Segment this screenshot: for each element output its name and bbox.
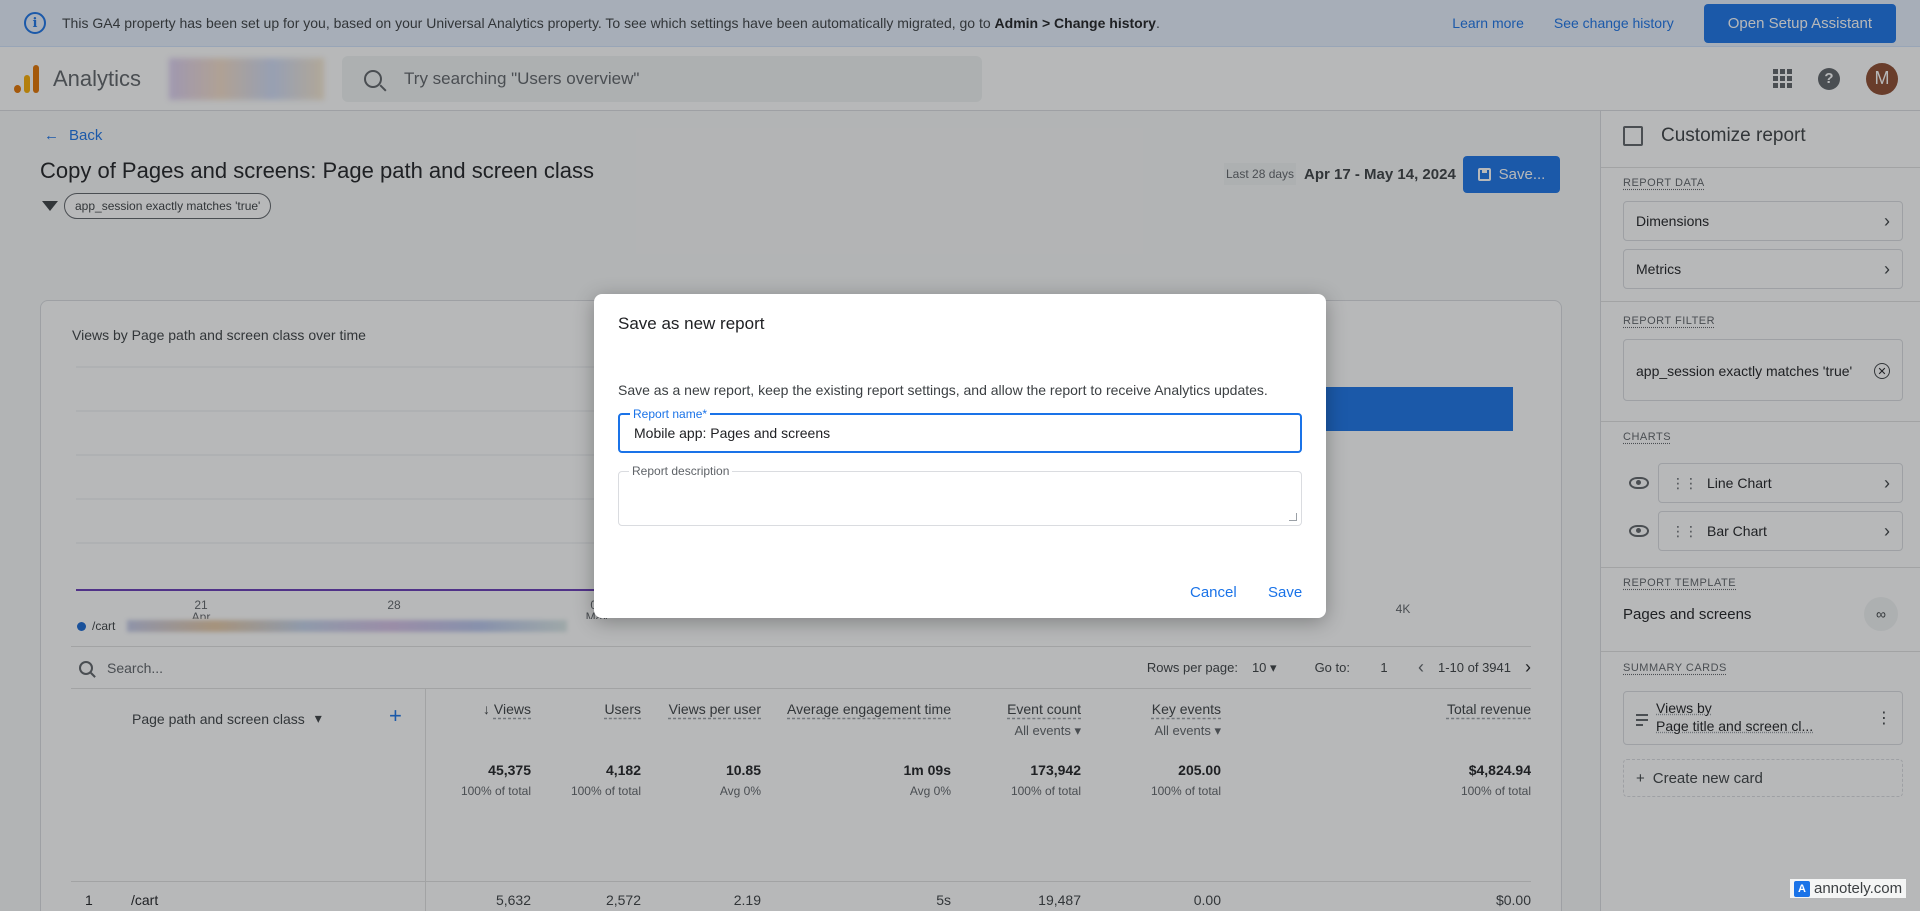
watermark-text: annotely.com <box>1814 880 1903 897</box>
save-button[interactable]: Save <box>1268 584 1302 601</box>
report-name-input[interactable]: Mobile app: Pages and screens <box>634 425 830 441</box>
dialog-title: Save as new report <box>618 314 765 333</box>
report-name-field[interactable]: Report name* Mobile app: Pages and scree… <box>618 407 1302 453</box>
report-description-label: Report description <box>629 464 733 478</box>
cancel-button[interactable]: Cancel <box>1190 584 1237 601</box>
dialog-description: Save as a new report, keep the existing … <box>618 382 1268 398</box>
report-description-field[interactable]: Report description <box>618 464 1302 526</box>
annotely-logo-icon: A <box>1794 880 1810 897</box>
save-report-dialog: Save as new report Save as a new report,… <box>594 294 1326 618</box>
annotely-watermark: A annotely.com <box>1790 879 1907 898</box>
resize-handle-icon[interactable] <box>1289 513 1297 521</box>
report-name-label: Report name* <box>630 407 711 421</box>
